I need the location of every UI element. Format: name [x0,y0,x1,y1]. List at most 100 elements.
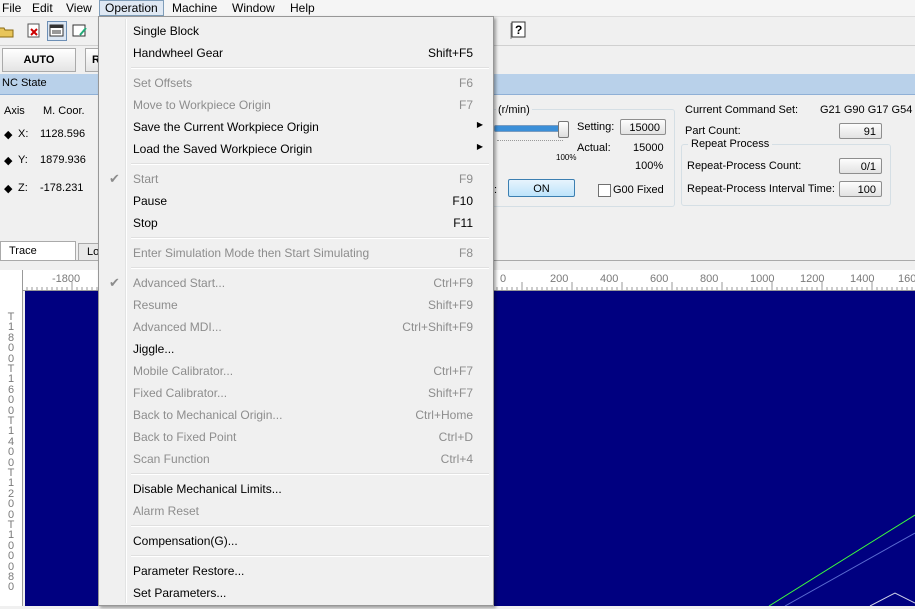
mode-bar: AUTO R [0,46,107,72]
menu-item-pause[interactable]: Pause F10 [101,190,491,212]
part-count-label: Part Count: [685,125,741,137]
menu-item-set-parameters[interactable]: Set Parameters... [101,582,491,604]
menu-item-fixed-calibrator[interactable]: Fixed Calibrator... Shift+F7 [101,382,491,404]
menu-file[interactable]: File [0,0,26,16]
part-count-value[interactable]: 91 [839,123,882,139]
menu-item-label: Start [133,172,159,186]
submenu-arrow-icon: ▶ [476,142,483,151]
menu-item-advanced-mdi[interactable]: Advanced MDI... Ctrl+Shift+F9 [101,316,491,338]
repeat-interval-label: Repeat-Process Interval Time: [687,183,835,195]
menu-item-label: Mobile Calibrator... [133,364,234,378]
menu-item-mobile-calibrator[interactable]: Mobile Calibrator... Ctrl+F7 [101,360,491,382]
menu-item-jiggle[interactable]: Jiggle... [101,338,491,360]
spindle-setting-value[interactable]: 15000 [620,119,666,135]
menu-item-shortcut: F9 [458,172,473,186]
repeat-count-label: Repeat-Process Count: [687,160,802,172]
edit-document-icon[interactable] [70,21,90,41]
vertical-ruler-digit: 0 [7,446,15,459]
vertical-ruler-digit: 1 [7,321,15,334]
menu-item-single-block[interactable]: Single Block [101,20,491,42]
repeat-count-value[interactable]: 0/1 [839,158,882,174]
menu-item-back-to-mechanical-origin[interactable]: Back to Mechanical Origin... Ctrl+Home [101,404,491,426]
menu-edit[interactable]: Edit [27,0,58,16]
menu-item-shortcut: F11 [453,216,473,230]
menu-operation[interactable]: Operation [99,0,164,16]
menu-item-label: Back to Fixed Point [133,430,237,444]
submenu-arrow-icon: ▶ [476,120,483,129]
tool-outline [869,592,915,607]
menu-item-label: Jiggle... [133,342,175,356]
g00-fixed-checkbox[interactable] [598,184,611,197]
axis-z-value: -178.231 [40,182,84,194]
menu-item-label: Set Offsets [133,76,193,90]
menu-item-alarm-reset[interactable]: Alarm Reset [101,500,491,522]
menu-item-label: Alarm Reset [133,504,200,518]
menu-item-set-offsets[interactable]: Set Offsets F6 [101,72,491,94]
menu-item-advanced-start[interactable]: ✔ Advanced Start... Ctrl+F9 [101,272,491,294]
menu-separator [131,555,489,557]
axis-x-bullet-icon: ◆ [4,129,13,141]
spindle-unit-label: (r/min) [496,104,532,116]
machine-coord-header: M. Coor. [43,105,85,117]
menu-item-scan-function[interactable]: Scan Function Ctrl+4 [101,448,491,470]
menu-separator [131,67,489,69]
menu-separator [131,237,489,239]
menu-item-stop[interactable]: Stop F11 [101,212,491,234]
menu-item-label: Advanced Start... [133,276,226,290]
menu-item-enter-simulation-mode-then-start-simulating[interactable]: Enter Simulation Mode then Start Simulat… [101,242,491,264]
window-view-icon[interactable] [47,21,67,41]
tab-trace[interactable]: Trace [0,241,76,260]
vertical-ruler: T1800T1600T1400T1200T100080 [0,270,23,606]
menu-item-shortcut: Ctrl+F7 [433,364,473,378]
menu-separator [131,525,489,527]
checkmark-icon: ✔ [109,171,120,186]
axis-y-label: Y: [18,154,28,166]
menu-item-compensation-g[interactable]: Compensation(G)... [101,530,491,552]
menu-item-shortcut: Ctrl+Shift+F9 [402,320,473,334]
menu-window[interactable]: Window [227,0,280,16]
spindle-override-small-label: 100% [556,153,577,162]
menu-item-parameter-restore[interactable]: Parameter Restore... [101,560,491,582]
menu-machine[interactable]: Machine [167,0,222,16]
menu-item-move-to-workpiece-origin[interactable]: Move to Workpiece Origin F7 [101,94,491,116]
spindle-setting-label: Setting: [577,121,615,133]
menu-item-label: Pause [133,194,168,208]
menu-item-label: Disable Mechanical Limits... [133,482,282,496]
spindle-actual-value: 15000 [633,142,664,154]
menu-view[interactable]: View [61,0,97,16]
menu-item-label: Advanced MDI... [133,320,222,334]
nc-state-title: NC State [2,77,47,89]
menu-help[interactable]: Help [285,0,320,16]
g00-fixed-label: G00 Fixed [613,184,664,196]
slider-ticks [497,140,563,144]
menu-item-start[interactable]: ✔ Start F9 [101,168,491,190]
menu-item-label: Set Parameters... [133,586,227,600]
vertical-ruler-digit: 0 [7,550,15,563]
menu-item-shortcut: Ctrl+4 [440,452,473,466]
menu-item-shortcut: F8 [458,246,473,260]
menu-item-disable-mechanical-limits[interactable]: Disable Mechanical Limits... [101,478,491,500]
close-file-icon[interactable] [24,21,44,41]
menu-item-load-the-saved-workpiece-origin[interactable]: Load the Saved Workpiece Origin ▶ [101,138,491,160]
menu-item-shortcut: F10 [452,194,473,208]
menu-item-handwheel-gear[interactable]: Handwheel Gear Shift+F5 [101,42,491,64]
menu-item-back-to-fixed-point[interactable]: Back to Fixed Point Ctrl+D [101,426,491,448]
menu-item-label: Resume [133,298,178,312]
current-command-value: G21 G90 G17 G54 [820,104,913,116]
menu-item-resume[interactable]: Resume Shift+F9 [101,294,491,316]
mode-auto-button[interactable]: AUTO [2,48,76,72]
repeat-interval-value[interactable]: 100 [839,181,882,197]
spindle-on-button[interactable]: ON [508,179,575,197]
axis-z-label: Z: [18,182,28,194]
menu-item-label: Single Block [133,24,200,38]
vertical-ruler-digit: 1 [7,425,15,438]
spindle-override-track[interactable] [494,125,566,132]
menu-item-label: Fixed Calibrator... [133,386,228,400]
open-folder-icon[interactable] [0,21,16,41]
menu-item-save-the-current-workpiece-origin[interactable]: Save the Current Workpiece Origin ▶ [101,116,491,138]
help-icon[interactable]: ? [509,20,529,40]
trace-line-secondary [784,532,915,607]
menu-item-shortcut: Shift+F7 [427,386,473,400]
menu-item-shortcut: Ctrl+D [438,430,473,444]
spindle-override-slider-thumb[interactable] [558,121,569,138]
